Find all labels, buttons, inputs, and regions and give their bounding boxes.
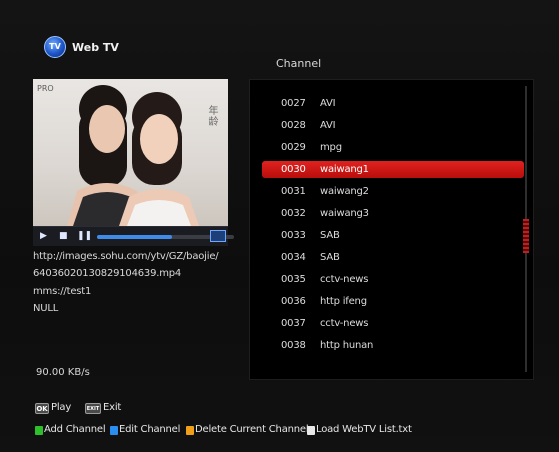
- channel-name: mpg: [320, 142, 342, 153]
- channel-number: 0037: [281, 318, 306, 329]
- channel-number: 0031: [281, 186, 306, 197]
- exit-hint: Exit: [103, 402, 122, 413]
- channel-row[interactable]: 0029 mpg: [262, 139, 524, 156]
- channel-number: 0029: [281, 142, 306, 153]
- channel-row[interactable]: 0028 AVI: [262, 117, 524, 134]
- channel-row[interactable]: 0033 SAB: [262, 227, 524, 244]
- channel-row[interactable]: 0035 cctv-news: [262, 271, 524, 288]
- app-title: Web TV: [72, 41, 119, 54]
- channel-row[interactable]: 0032 waiwang3: [262, 205, 524, 222]
- channel-number: 0038: [281, 340, 306, 351]
- stream-url-line4: NULL: [33, 303, 59, 314]
- exit-key-icon: EXIT: [85, 403, 101, 414]
- channel-name: http hunan: [320, 340, 374, 351]
- channel-number: 0034: [281, 252, 306, 263]
- channel-row[interactable]: 0036 http ifeng: [262, 293, 524, 310]
- channel-number: 0027: [281, 98, 306, 109]
- white-key-icon: [307, 426, 315, 435]
- stream-url-line1: http://images.sohu.com/ytv/GZ/baojie/: [33, 251, 219, 262]
- channel-row[interactable]: 0038 http hunan: [262, 337, 524, 354]
- channel-name: AVI: [320, 120, 336, 131]
- yellow-key-icon: [186, 426, 194, 435]
- channel-row[interactable]: 0037 cctv-news: [262, 315, 524, 332]
- add-channel-hint: Add Channel: [44, 424, 106, 435]
- preview-vertical-text: 年龄: [206, 105, 217, 127]
- channel-number: 0033: [281, 230, 306, 241]
- channel-row-selected[interactable]: 0030 waiwang1: [262, 161, 524, 178]
- channel-list-heading: Channel: [276, 57, 322, 70]
- channel-name: waiwang3: [320, 208, 369, 219]
- ok-key-icon: OK: [35, 403, 49, 414]
- channel-number: 0035: [281, 274, 306, 285]
- edit-channel-hint: Edit Channel: [119, 424, 181, 435]
- channel-name: SAB: [320, 252, 340, 263]
- channel-number: 0028: [281, 120, 306, 131]
- download-speed: 90.00 KB/s: [36, 367, 90, 378]
- stream-url-line3: mms://test1: [33, 286, 92, 297]
- stop-icon[interactable]: ■: [59, 231, 68, 241]
- channel-number: 0036: [281, 296, 306, 307]
- video-preview[interactable]: PRO 年龄: [33, 79, 228, 226]
- channel-name: waiwang2: [320, 186, 369, 197]
- channel-name: AVI: [320, 98, 336, 109]
- channel-name: cctv-news: [320, 318, 369, 329]
- channel-name: waiwang1: [320, 164, 369, 175]
- play-icon[interactable]: ▶: [40, 231, 47, 241]
- player-controls: ▶ ■ ❚❚: [33, 226, 234, 246]
- channel-number: 0030: [281, 164, 306, 175]
- scrollbar-thumb[interactable]: [523, 219, 529, 253]
- load-list-hint: Load WebTV List.txt: [316, 424, 412, 435]
- play-hint: Play: [51, 402, 72, 413]
- channel-list: 0027 AVI 0028 AVI 0029 mpg 0030 waiwang1…: [249, 79, 534, 380]
- channel-row[interactable]: 0034 SAB: [262, 249, 524, 266]
- green-key-icon: [35, 426, 43, 435]
- stream-url-line2: 64036020130829104639.mp4: [33, 268, 182, 279]
- channel-name: SAB: [320, 230, 340, 241]
- preview-image: [67, 85, 199, 226]
- channel-row[interactable]: 0031 waiwang2: [262, 183, 524, 200]
- web-tv-screen: TV Web TV Channel PRO 年龄 ▶ ■ ❚❚ http://i…: [0, 0, 559, 452]
- channel-name: http ifeng: [320, 296, 367, 307]
- progress-fill: [97, 235, 173, 239]
- tv-logo-icon: TV: [44, 36, 66, 58]
- blue-key-icon: [110, 426, 118, 435]
- channel-row[interactable]: 0027 AVI: [262, 95, 524, 112]
- delete-channel-hint: Delete Current Channel: [195, 424, 309, 435]
- channel-name: cctv-news: [320, 274, 369, 285]
- pause-icon[interactable]: ❚❚: [77, 231, 92, 241]
- fullscreen-icon[interactable]: [210, 230, 226, 242]
- channel-number: 0032: [281, 208, 306, 219]
